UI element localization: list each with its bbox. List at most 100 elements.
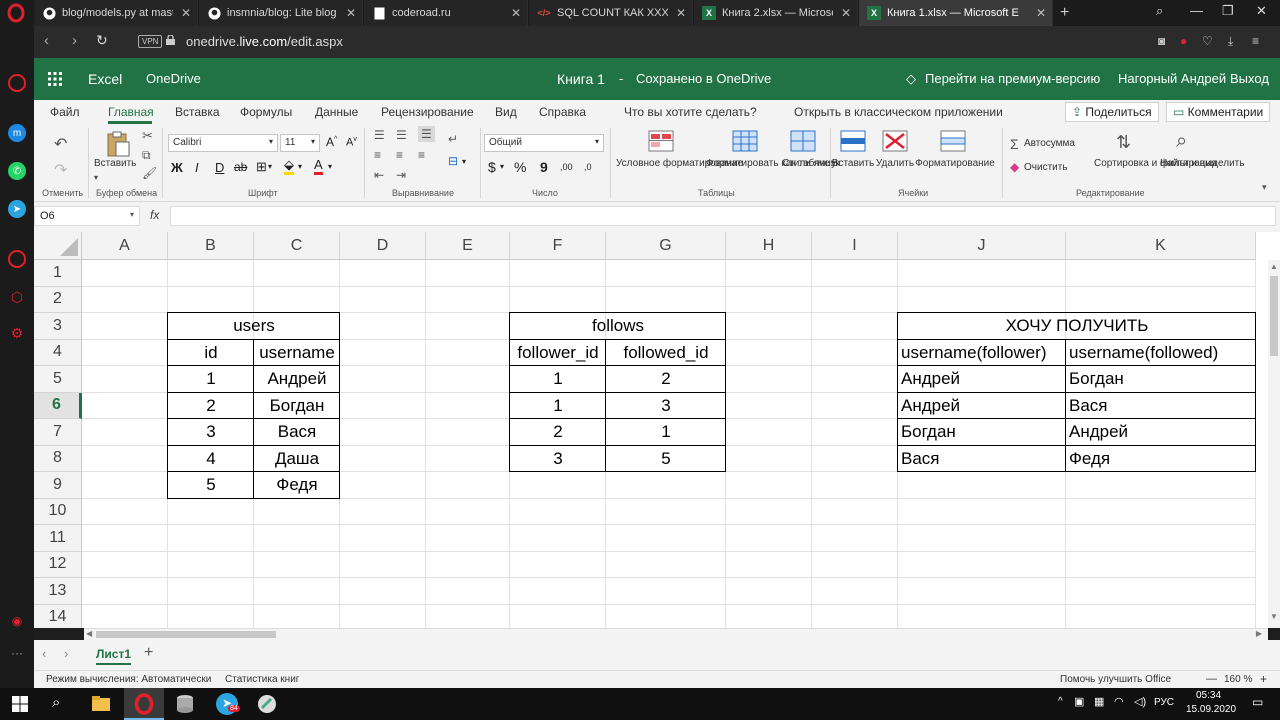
column-header[interactable]: A	[82, 232, 168, 260]
insert-cells-button[interactable]: Вставить	[830, 158, 876, 170]
messenger-icon[interactable]: m	[8, 124, 26, 142]
browser-tab-active[interactable]: X Книга 1.xlsx — Microsoft E ✕	[859, 0, 1053, 26]
open-desktop-app[interactable]: Открыть в классическом приложении	[794, 105, 1003, 119]
table-cell[interactable]: 3	[606, 393, 726, 420]
table-header[interactable]: username	[254, 340, 340, 367]
paste-icon[interactable]	[104, 130, 132, 158]
row-header[interactable]: 5	[34, 366, 82, 393]
table-cell[interactable]: Андрей	[898, 366, 1066, 393]
row-header[interactable]: 1	[34, 260, 82, 287]
format-cells-icon[interactable]	[940, 130, 966, 152]
row-header[interactable]: 10	[34, 498, 82, 525]
app-launcher-icon[interactable]	[48, 72, 62, 86]
feedback-link[interactable]: Помочь улучшить Office	[1060, 674, 1171, 685]
windows-start-icon[interactable]	[12, 696, 28, 712]
forward-icon[interactable]: ›	[72, 32, 77, 49]
paste-label[interactable]: Вставить	[94, 158, 136, 170]
table-cell[interactable]: Андрей	[1066, 419, 1256, 446]
camera-icon[interactable]: ◙	[1158, 34, 1165, 48]
show-hidden-icon[interactable]: ^	[1058, 696, 1063, 707]
table-cell[interactable]: 1	[510, 393, 606, 420]
wifi-icon[interactable]: ◠	[1114, 695, 1124, 708]
chevron-down-icon[interactable]: ▾	[298, 162, 302, 171]
zoom-in-button[interactable]: +	[1260, 672, 1267, 686]
speed-dial-icon[interactable]	[8, 74, 26, 92]
close-icon[interactable]: ✕	[511, 6, 521, 20]
increase-decimal-button[interactable]: ,00	[560, 162, 573, 172]
tab-home[interactable]: Главная	[108, 105, 154, 119]
search-icon[interactable]: ⌕	[1156, 3, 1163, 19]
collapse-ribbon-icon[interactable]: ▾	[1262, 182, 1267, 193]
align-middle-icon[interactable]: ☰	[396, 128, 407, 142]
cell-styles-button[interactable]: Стили ячеек	[782, 158, 840, 170]
box-icon[interactable]: ⬡	[8, 288, 26, 306]
volume-icon[interactable]: ◁)	[1134, 695, 1146, 708]
percent-button[interactable]: %	[514, 159, 526, 175]
onedrive-link[interactable]: OneDrive	[146, 71, 201, 86]
table-cell[interactable]: Вася	[254, 419, 340, 446]
table-cell[interactable]: 4	[168, 446, 254, 473]
opera-logo-icon[interactable]	[6, 3, 26, 23]
column-header[interactable]: G	[606, 232, 726, 260]
language-indicator[interactable]: РУС	[1154, 697, 1174, 708]
format-table-icon[interactable]	[732, 130, 758, 152]
italic-button[interactable]: I	[195, 160, 199, 175]
spreadsheet-grid[interactable]: ABCDEFGHIJK 1 2 3 4 5 6 7 8 9 10 11 12 13 14 users id u…	[34, 232, 1280, 628]
font-color-button[interactable]: A	[314, 158, 323, 175]
wifi-icon[interactable]: ◉	[8, 612, 26, 630]
undo-icon[interactable]: ↶	[54, 134, 67, 154]
browser-tab[interactable]: </> SQL COUNT КАК ХХХ - asp ✕	[529, 0, 693, 26]
settings-icon[interactable]: ⚙	[8, 324, 26, 342]
scroll-thumb[interactable]	[96, 631, 276, 638]
column-header[interactable]: B	[168, 232, 254, 260]
table-cell[interactable]: Андрей	[898, 393, 1066, 420]
row-header[interactable]: 9	[34, 472, 82, 499]
chevron-down-icon[interactable]: ▾	[94, 173, 98, 182]
redo-icon[interactable]: ↷	[54, 160, 67, 180]
grow-font-button[interactable]: A^	[326, 135, 337, 149]
add-sheet-button[interactable]: +	[144, 644, 153, 662]
table-cell[interactable]: 3	[168, 419, 254, 446]
horizontal-scrollbar[interactable]: ◀ ▶	[84, 628, 1268, 640]
column-header[interactable]: E	[426, 232, 510, 260]
font-name-select[interactable]: Calibri ▾	[168, 134, 278, 152]
scroll-right-icon[interactable]: ▶	[1256, 629, 1262, 638]
table-cell[interactable]: Богдан	[254, 393, 340, 420]
signout-link[interactable]: Выход	[1230, 71, 1269, 86]
scroll-up-icon[interactable]: ▲	[1270, 262, 1278, 271]
table-cell[interactable]: Даша	[254, 446, 340, 473]
table-cell[interactable]: 2	[606, 366, 726, 393]
table-cell[interactable]: Андрей	[254, 366, 340, 393]
share-button[interactable]: ⇪ Поделиться	[1065, 102, 1159, 122]
whatsapp-icon[interactable]: ✆	[8, 162, 26, 180]
table-cell[interactable]: 2	[168, 393, 254, 420]
insert-cells-icon[interactable]	[840, 130, 866, 152]
chevron-down-icon[interactable]: ▾	[462, 157, 466, 166]
menu-icon[interactable]: ≡	[1252, 34, 1259, 48]
conditional-format-button[interactable]: Условное форматирование	[616, 158, 743, 170]
table-header[interactable]: username(followed)	[1066, 340, 1256, 367]
copy-icon[interactable]: ⧉	[142, 148, 151, 163]
comma-button[interactable]: 9	[540, 159, 548, 175]
table-cell[interactable]: 5	[168, 472, 254, 499]
search-icon[interactable]: ⌕	[52, 694, 74, 716]
chevron-down-icon[interactable]: ▾	[268, 162, 272, 171]
clock-time[interactable]: 05:34	[1196, 690, 1221, 701]
cut-icon[interactable]: ✂	[142, 128, 153, 144]
column-header[interactable]: D	[340, 232, 426, 260]
chevron-down-icon[interactable]: ▾	[328, 162, 332, 171]
app-name[interactable]: Excel	[88, 71, 122, 87]
row-header[interactable]: 6	[34, 392, 82, 419]
browser-tab[interactable]: coderoad.ru ✕	[364, 0, 528, 26]
tab-view[interactable]: Вид	[495, 105, 517, 119]
telegram-taskbar-icon[interactable]: ➤ 84	[216, 693, 240, 715]
close-window-icon[interactable]: ✕	[1256, 3, 1267, 19]
close-icon[interactable]: ✕	[181, 6, 191, 20]
row-header[interactable]: 14	[34, 604, 82, 628]
sort-filter-button[interactable]: Сортировка и фильтрация	[1094, 158, 1217, 170]
database-icon[interactable]	[174, 693, 196, 715]
column-header[interactable]: K	[1066, 232, 1256, 260]
table-cell[interactable]: Федя	[254, 472, 340, 499]
table-cell[interactable]: 5	[606, 446, 726, 473]
clear-button[interactable]: Очистить	[1024, 162, 1068, 174]
